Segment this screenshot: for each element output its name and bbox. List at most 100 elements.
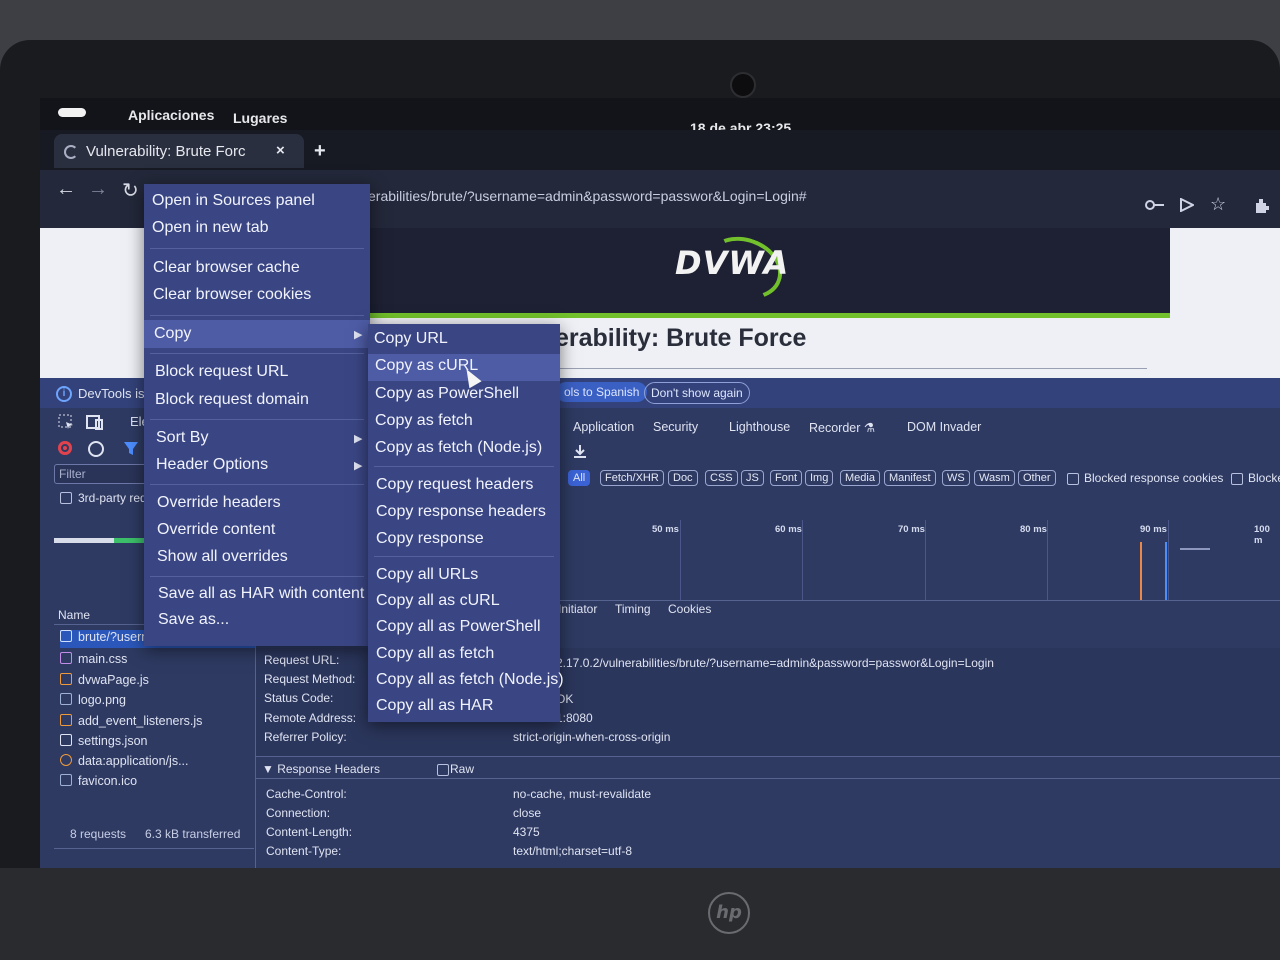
menu-save-all-har[interactable]: Save all as HAR with content bbox=[158, 585, 364, 603]
tab-bar: Vulnerability: Brute Forc × bbox=[40, 130, 1280, 170]
general-key: Remote Address: bbox=[264, 711, 357, 725]
general-value: 2.17.0.2/vulnerabilities/brute/?username… bbox=[556, 656, 994, 670]
info-icon: i bbox=[56, 386, 72, 402]
request-row[interactable]: logo.png bbox=[60, 693, 126, 711]
menu-copy-all-as-fetch[interactable]: Copy all as fetch bbox=[376, 645, 494, 663]
request-row[interactable]: dvwaPage.js bbox=[60, 673, 149, 691]
switch-language-button[interactable]: ols to Spanish bbox=[556, 382, 648, 402]
menu-lugares[interactable]: Lugares bbox=[233, 110, 287, 126]
blocked-requests-checkbox[interactable] bbox=[1231, 473, 1243, 485]
dont-show-again-button[interactable]: Don't show again bbox=[644, 382, 750, 404]
filter-wasm[interactable]: Wasm bbox=[974, 470, 1015, 486]
activities-icon[interactable] bbox=[58, 108, 86, 117]
tab-dom-invader[interactable]: DOM Invader bbox=[907, 420, 981, 434]
menu-copy-request-headers[interactable]: Copy request headers bbox=[376, 476, 533, 494]
menu-copy-all-as-har[interactable]: Copy all as HAR bbox=[376, 697, 493, 715]
filter-js[interactable]: JS bbox=[741, 470, 764, 486]
menu-clear-cookies[interactable]: Clear browser cookies bbox=[153, 286, 311, 304]
response-headers-toggle[interactable]: ▼ Response Headers bbox=[262, 762, 380, 776]
raw-checkbox[interactable] bbox=[437, 764, 449, 776]
menu-separator bbox=[150, 315, 364, 316]
forward-icon[interactable]: → bbox=[88, 178, 108, 201]
menu-separator bbox=[150, 353, 364, 354]
download-icon[interactable] bbox=[573, 444, 587, 458]
tab-lighthouse[interactable]: Lighthouse bbox=[729, 420, 790, 434]
timeline-bar bbox=[1180, 548, 1210, 550]
back-icon[interactable]: ← bbox=[56, 178, 76, 201]
tab-security[interactable]: Security bbox=[653, 420, 698, 434]
key-icon[interactable] bbox=[1145, 198, 1165, 212]
menu-show-all-overrides[interactable]: Show all overrides bbox=[157, 548, 288, 566]
menu-open-in-new-tab[interactable]: Open in new tab bbox=[152, 219, 269, 237]
menu-aplicaciones[interactable]: Aplicaciones bbox=[128, 107, 214, 123]
record-icon[interactable] bbox=[58, 441, 72, 455]
header-value: text/html;charset=utf-8 bbox=[513, 844, 633, 858]
inspect-element-icon[interactable] bbox=[58, 414, 74, 430]
request-row[interactable]: favicon.ico bbox=[60, 774, 137, 792]
menu-copy-response-headers[interactable]: Copy response headers bbox=[376, 503, 546, 521]
menu-clear-cache[interactable]: Clear browser cache bbox=[153, 259, 300, 277]
name-column-header[interactable]: Name bbox=[58, 608, 90, 622]
filter-manifest[interactable]: Manifest bbox=[884, 470, 936, 486]
clear-icon[interactable] bbox=[88, 441, 104, 457]
menu-save-as[interactable]: Save as... bbox=[158, 611, 229, 629]
filter-css[interactable]: CSS bbox=[705, 470, 738, 486]
loading-icon bbox=[64, 145, 78, 159]
menu-copy-as-fetch[interactable]: Copy as fetch bbox=[375, 412, 473, 430]
menu-sort-by[interactable]: Sort By bbox=[156, 429, 208, 447]
menu-override-headers[interactable]: Override headers bbox=[157, 494, 281, 512]
request-row[interactable]: main.css bbox=[60, 652, 127, 670]
menu-copy-all-urls[interactable]: Copy all URLs bbox=[376, 566, 478, 584]
menu-copy-as-fetch-node[interactable]: Copy as fetch (Node.js) bbox=[375, 439, 542, 457]
third-party-checkbox[interactable] bbox=[60, 492, 72, 504]
menu-copy-all-as-powershell[interactable]: Copy all as PowerShell bbox=[376, 618, 541, 636]
request-row[interactable]: data:application/js... bbox=[60, 754, 189, 772]
filter-all[interactable]: All bbox=[568, 470, 591, 486]
menu-copy-response[interactable]: Copy response bbox=[376, 530, 484, 548]
request-row[interactable]: settings.json bbox=[60, 734, 147, 752]
menu-copy-all-as-fetch-node[interactable]: Copy all as fetch (Node.js) bbox=[376, 671, 564, 689]
menu-copy-all-as-curl[interactable]: Copy all as cURL bbox=[376, 592, 500, 610]
menu-separator bbox=[374, 466, 554, 467]
tab-initiator[interactable]: Initiator bbox=[558, 602, 597, 616]
blocked-cookies-label: Blocked response cookies bbox=[1084, 471, 1224, 485]
filter-font[interactable]: Font bbox=[770, 470, 803, 486]
general-value: 1:8080 bbox=[556, 711, 593, 725]
filter-ws[interactable]: WS bbox=[942, 470, 970, 486]
device-toolbar-icon[interactable] bbox=[86, 414, 104, 430]
filter-img[interactable]: Img bbox=[805, 470, 834, 486]
tab-cookies[interactable]: Cookies bbox=[668, 602, 711, 616]
bookmark-star-icon[interactable]: ☆ bbox=[1210, 194, 1226, 215]
tab-close-icon[interactable]: × bbox=[276, 142, 285, 159]
tab-timing[interactable]: Timing bbox=[615, 602, 651, 616]
address-bar[interactable]: erabilities/brute/?username=admin&passwo… bbox=[368, 188, 807, 204]
menu-open-in-sources[interactable]: Open in Sources panel bbox=[152, 192, 315, 210]
reload-icon[interactable]: ↻ bbox=[122, 178, 139, 203]
filter-input[interactable]: Filter bbox=[54, 464, 152, 484]
extensions-icon[interactable] bbox=[1254, 198, 1270, 214]
menu-copy-as-powershell[interactable]: Copy as PowerShell bbox=[375, 385, 519, 403]
menu-override-content[interactable]: Override content bbox=[157, 521, 275, 539]
tab-active[interactable]: Vulnerability: Brute Forc × bbox=[54, 134, 304, 168]
filter-icon[interactable] bbox=[124, 442, 138, 456]
filter-doc[interactable]: Doc bbox=[668, 470, 698, 486]
file-icon bbox=[60, 734, 72, 746]
new-tab-button[interactable]: + bbox=[314, 140, 326, 163]
menu-block-request-domain[interactable]: Block request domain bbox=[155, 391, 309, 409]
filter-fetch-xhr[interactable]: Fetch/XHR bbox=[600, 470, 664, 486]
menu-header-options[interactable]: Header Options bbox=[156, 456, 268, 474]
menu-block-request-url[interactable]: Block request URL bbox=[155, 363, 288, 381]
send-icon[interactable] bbox=[1180, 198, 1194, 212]
filter-other[interactable]: Other bbox=[1018, 470, 1056, 486]
menu-copy-url[interactable]: Copy URL bbox=[374, 330, 448, 348]
script-icon bbox=[60, 754, 72, 766]
header-value: no-cache, must-revalidate bbox=[513, 787, 652, 801]
tab-recorder[interactable]: Recorder ⚗ bbox=[809, 420, 875, 435]
menu-copy[interactable]: Copy bbox=[154, 325, 191, 343]
filter-media[interactable]: Media bbox=[840, 470, 880, 486]
general-value: strict-origin-when-cross-origin bbox=[513, 730, 671, 744]
tab-application[interactable]: Application bbox=[573, 420, 634, 434]
request-row[interactable]: add_event_listeners.js bbox=[60, 714, 202, 732]
blocked-cookies-checkbox[interactable] bbox=[1067, 473, 1079, 485]
submenu-arrow-icon: ▶ bbox=[354, 433, 363, 445]
